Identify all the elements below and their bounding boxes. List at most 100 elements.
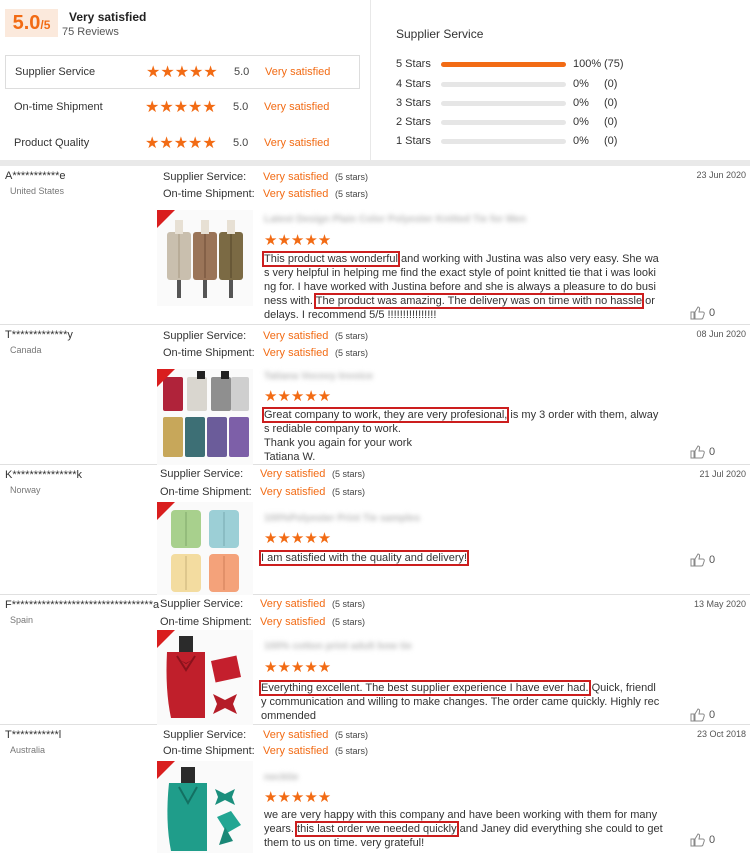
like-count: 0 <box>709 709 716 721</box>
like-button[interactable]: 0 <box>690 553 730 569</box>
distribution-percent: 0% <box>573 116 589 128</box>
review-date: 23 Oct 2018 <box>696 729 746 739</box>
rating-label: Supplier Service: <box>160 468 244 480</box>
on-time-shipment-rating: On-time Shipment: Very satisfied (5 star… <box>160 616 400 630</box>
overall-score-badge: 5.0/5 <box>5 9 58 37</box>
review-card: T*************y Canada 08 Jun 2020 Suppl… <box>0 325 750 465</box>
on-time-shipment-rating: On-time Shipment: Very satisfied (5 star… <box>163 188 403 202</box>
review-count: 75 Reviews <box>62 26 119 38</box>
review-text-part: Thank you again for your work <box>264 437 412 449</box>
metric-label: Very satisfied <box>264 101 330 113</box>
metric-label: Very satisfied <box>265 66 331 78</box>
like-count: 0 <box>709 554 716 566</box>
review-card: T***********l Australia 23 Oct 2018 Supp… <box>0 725 750 854</box>
review-text: Everything excellent. The best supplier … <box>259 680 661 723</box>
product-thumbnail[interactable] <box>157 761 253 853</box>
distribution-bar <box>441 139 566 144</box>
product-title[interactable]: necktie <box>264 772 298 784</box>
distribution-title: Supplier Service <box>396 27 484 41</box>
product-thumbnail[interactable] <box>157 502 253 598</box>
distribution-row-4: 4 Stars 0% (0) <box>396 78 736 92</box>
rating-stars: (5 stars) <box>335 746 369 756</box>
rating-stars: (5 stars) <box>332 599 366 609</box>
distribution-bar <box>441 62 566 67</box>
like-button[interactable]: 0 <box>690 306 730 322</box>
rating-value: Very satisfied <box>263 347 329 359</box>
divider <box>370 0 371 160</box>
thumbs-up-icon <box>690 306 705 320</box>
review-date: 21 Jul 2020 <box>699 469 746 479</box>
product-thumbnail[interactable] <box>157 630 253 726</box>
rating-value: Very satisfied <box>263 188 329 200</box>
distribution-label: 5 Stars <box>396 58 431 70</box>
thumbs-up-icon <box>690 445 705 459</box>
product-thumbnail[interactable] <box>157 210 253 306</box>
highlighted-phrase: this last order we needed quickly <box>295 821 459 837</box>
rating-label: Supplier Service: <box>163 171 247 183</box>
supplier-service-rating: Supplier Service: Very satisfied (5 star… <box>163 171 403 185</box>
product-title[interactable]: Latest Design Plain Color Polyester Knit… <box>264 214 526 226</box>
sale-ribbon-icon <box>157 502 175 520</box>
distribution-bar <box>441 101 566 106</box>
review-text: we are very happy with this company and … <box>264 808 664 850</box>
sale-ribbon-icon <box>157 761 175 779</box>
review-text: This product was wonderful and working w… <box>262 251 659 322</box>
distribution-count: (75) <box>604 58 624 70</box>
rating-summary: 5.0/5 Very satisfied 75 Reviews Supplier… <box>0 0 750 160</box>
review-star-icons: ★★★★★ <box>264 789 332 806</box>
rating-value: Very satisfied <box>260 616 326 628</box>
metric-score: 5.0 <box>233 101 249 113</box>
on-time-shipment-rating: On-time Shipment: Very satisfied (5 star… <box>163 745 403 759</box>
rating-stars: (5 stars) <box>335 172 369 182</box>
product-thumbnail[interactable] <box>157 369 253 465</box>
metric-tab-supplier-service[interactable]: Supplier Service ★★★★★ 5.0 Very satisfie… <box>5 55 360 89</box>
highlighted-phrase: Great company to work, they are very pro… <box>261 407 510 423</box>
distribution-label: 2 Stars <box>396 116 431 128</box>
highlighted-phrase: Everything excellent. The best supplier … <box>259 680 591 696</box>
distribution-count: (0) <box>604 78 618 90</box>
supplier-service-rating: Supplier Service: Very satisfied (5 star… <box>160 598 400 612</box>
product-title[interactable]: 100% cotton print adult bow tie <box>264 641 412 653</box>
like-button[interactable]: 0 <box>690 445 730 461</box>
highlighted-phrase: The product was amazing. The delivery wa… <box>313 293 645 309</box>
product-title[interactable]: Tatiana Vocovy Invoice <box>264 371 373 383</box>
like-button[interactable]: 0 <box>690 833 730 849</box>
like-count: 0 <box>709 307 716 319</box>
metric-name: Supplier Service <box>15 66 96 78</box>
rating-label: Supplier Service: <box>160 598 244 610</box>
overall-score: 5.0 <box>12 12 41 34</box>
distribution-percent: 0% <box>573 78 589 90</box>
metric-tab-on-time-shipment[interactable]: On-time Shipment ★★★★★ 5.0 Very satisfie… <box>5 91 360 125</box>
rating-label: Supplier Service: <box>163 330 247 342</box>
buyer-country: Canada <box>10 345 42 355</box>
rating-stars: (5 stars) <box>335 331 369 341</box>
review-star-icons: ★★★★★ <box>264 232 332 249</box>
distribution-percent: 0% <box>573 135 589 147</box>
distribution-percent: 100% <box>573 58 602 70</box>
distribution-count: (0) <box>604 135 618 147</box>
thumbs-up-icon <box>690 833 705 847</box>
metric-name: Product Quality <box>14 137 90 149</box>
distribution-count: (0) <box>604 116 618 128</box>
buyer-name: T*************y <box>5 329 73 341</box>
rating-value: Very satisfied <box>263 745 329 757</box>
metric-label: Very satisfied <box>264 137 330 149</box>
product-title[interactable]: 100%Polyester Print Tie samples <box>264 513 420 525</box>
metric-tab-product-quality[interactable]: Product Quality ★★★★★ 5.0 Very satisfied <box>5 127 360 161</box>
buyer-name: T***********l <box>5 729 62 741</box>
review-card: F*********************************a Spai… <box>0 595 750 726</box>
review-text: Great company to work, they are very pro… <box>261 407 659 464</box>
review-date: 08 Jun 2020 <box>696 329 746 339</box>
like-button[interactable]: 0 <box>690 708 730 724</box>
distribution-bar <box>441 120 566 125</box>
distribution-row-5: 5 Stars 100% (75) <box>396 58 736 72</box>
rating-label: On-time Shipment: <box>163 347 255 359</box>
thumbs-up-icon <box>690 553 705 567</box>
star-rating-icon: ★★★★★ <box>145 99 217 116</box>
rating-stars: (5 stars) <box>335 730 369 740</box>
on-time-shipment-rating: On-time Shipment: Very satisfied (5 star… <box>160 486 400 500</box>
distribution-row-2: 2 Stars 0% (0) <box>396 116 736 130</box>
rating-value: Very satisfied <box>263 729 329 741</box>
highlighted-phrase: This product was wonderful <box>262 251 400 267</box>
rating-stars: (5 stars) <box>332 617 366 627</box>
